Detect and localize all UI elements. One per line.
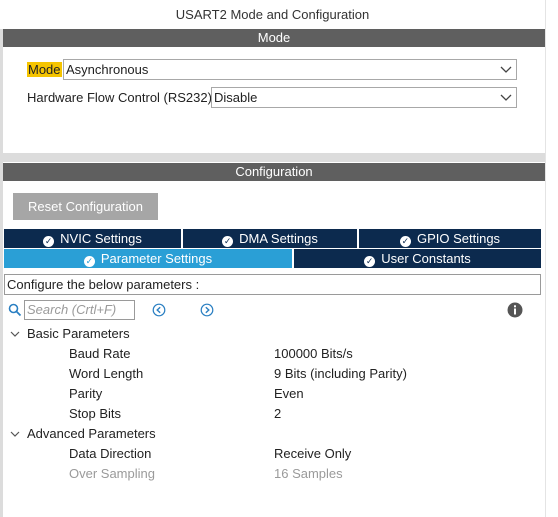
tab-label: User Constants [381,251,471,266]
check-circle-icon: ✓ [399,236,411,247]
scrollbar-track[interactable] [545,0,558,517]
search-input[interactable]: Search (Crtl+F) [24,300,135,320]
tab-parameter-settings[interactable]: ✓ Parameter Settings [4,249,292,268]
check-circle-icon: ✓ [222,236,234,247]
tab-label: NVIC Settings [60,231,142,246]
section-divider[interactable] [0,153,545,162]
info-icon[interactable] [507,302,523,318]
mode-select[interactable]: Asynchronous [63,59,517,80]
flow-control-label: Hardware Flow Control (RS232) [27,90,212,105]
tab-gpio-settings[interactable]: ✓ GPIO Settings [359,229,541,248]
window-title: USART2 Mode and Configuration [0,0,545,29]
param-name: Parity [69,386,103,401]
config-section-header: Configuration [3,163,545,181]
mode-section-header: Mode [3,29,545,47]
param-value[interactable]: Receive Only [274,446,351,462]
param-value[interactable]: 100000 Bits/s [274,346,353,362]
mode-select-value: Asynchronous [66,62,149,77]
chevron-down-icon [500,66,512,73]
configure-instructions: Configure the below parameters : [4,274,541,295]
expand-chevron-icon[interactable] [10,430,20,438]
tab-label: Parameter Settings [100,251,213,266]
param-value[interactable]: Even [274,386,304,402]
param-name: Stop Bits [69,406,122,421]
chevron-down-icon [500,94,512,101]
check-circle-icon: ✓ [83,256,95,267]
param-value: 16 Samples [274,466,343,481]
param-name: Over Sampling [69,466,155,481]
param-value[interactable]: 9 Bits (including Parity) [274,366,407,382]
tab-label: GPIO Settings [416,231,501,246]
search-icon [8,303,22,317]
tab-user-constants[interactable]: ✓ User Constants [294,249,541,268]
advanced-parameters-group[interactable]: Advanced Parameters [27,426,156,442]
flow-control-value: Disable [214,90,258,105]
tab-label: DMA Settings [239,231,318,246]
param-value[interactable]: 2 [274,406,281,422]
param-name: Data Direction [69,446,152,461]
tab-nvic-settings[interactable]: ✓ NVIC Settings [4,229,181,248]
reset-configuration-button[interactable]: Reset Configuration [13,193,158,220]
tab-dma-settings[interactable]: ✓ DMA Settings [183,229,357,248]
mode-label: Mode [27,62,62,77]
check-circle-icon: ✓ [43,236,55,247]
param-name: Word Length [69,366,144,381]
mode-label-text: Mode [27,62,62,77]
param-name: Baud Rate [69,346,131,361]
basic-parameters-group[interactable]: Basic Parameters [27,326,130,342]
arrow-left-circle-icon[interactable] [152,303,166,317]
check-circle-icon: ✓ [364,256,376,267]
flow-control-select[interactable]: Disable [211,87,517,108]
expand-chevron-icon[interactable] [10,330,20,338]
arrow-right-circle-icon[interactable] [200,303,214,317]
